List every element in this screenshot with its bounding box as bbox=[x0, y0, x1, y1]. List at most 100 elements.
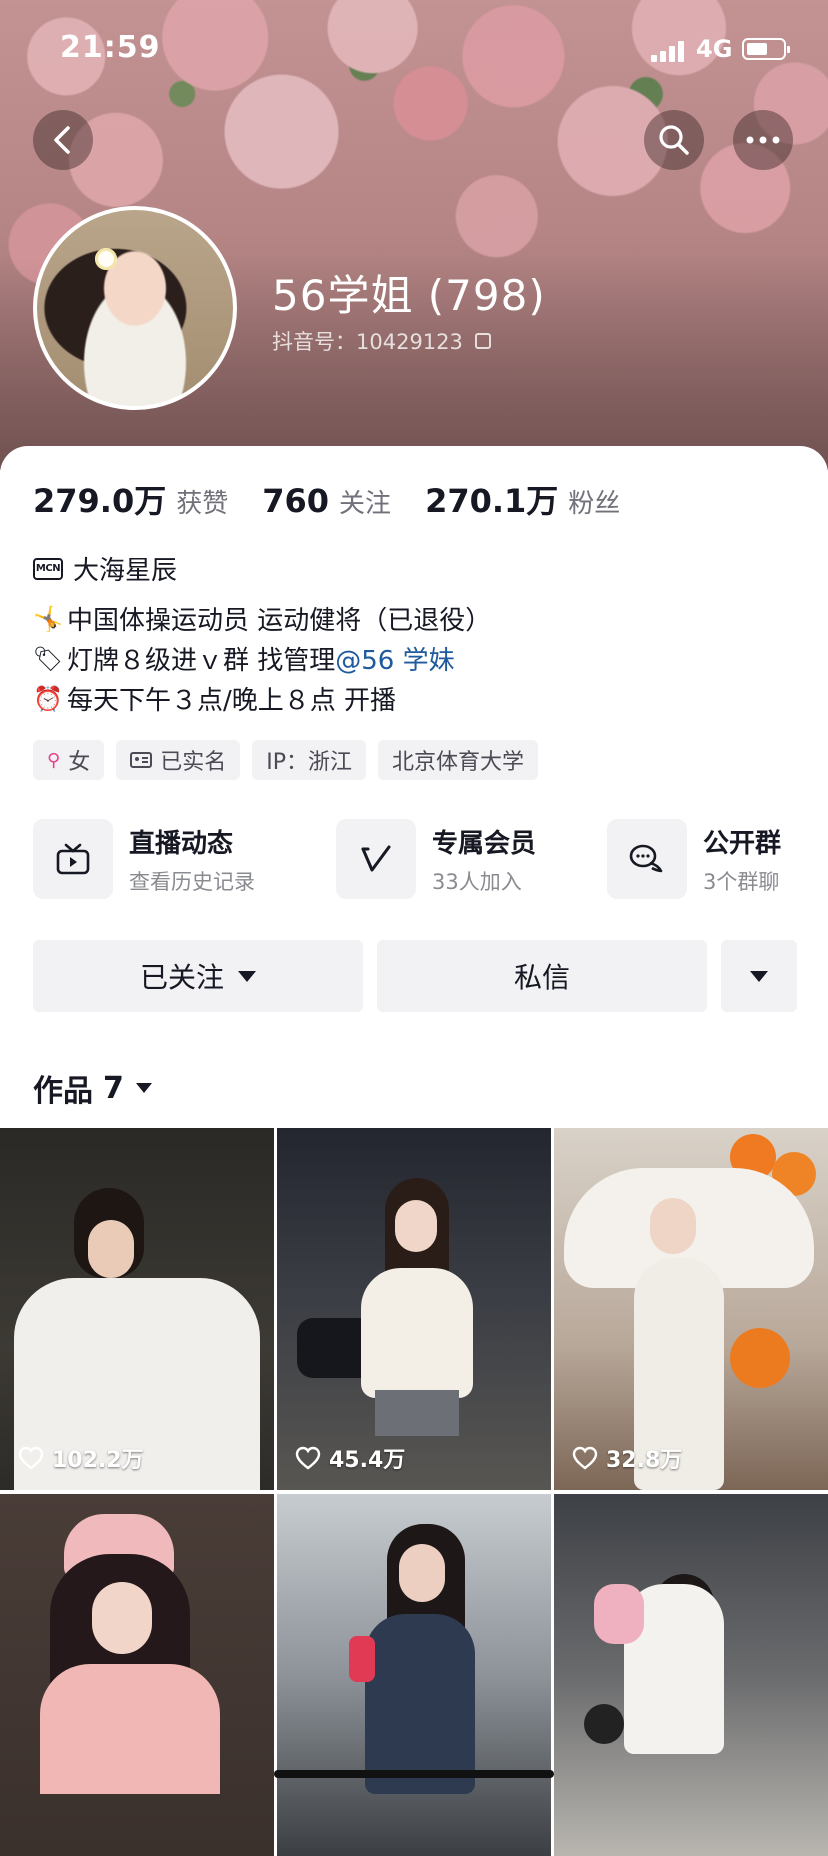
video-thumbnail[interactable]: 32.8万 bbox=[554, 1128, 828, 1490]
video-thumbnail[interactable] bbox=[0, 1494, 274, 1856]
tag-gender-text: 女 bbox=[68, 750, 91, 775]
video-grid: 102.2万 45.4万 32.8万 bbox=[0, 1128, 828, 1856]
following-label[interactable]: 关注 bbox=[339, 483, 391, 520]
bio-text-3: 每天下午３点/晚上８点 开播 bbox=[67, 686, 397, 716]
dumbbell-shape bbox=[584, 1704, 624, 1744]
bio-line-3: ⏰ 每天下午３点/晚上８点 开播 bbox=[33, 680, 396, 717]
home-indicator[interactable] bbox=[274, 1770, 554, 1778]
mcn-row[interactable]: MCN 大海星辰 bbox=[33, 550, 177, 587]
signal-icon bbox=[651, 40, 687, 62]
tag-ip-text: IP：浙江 bbox=[266, 750, 352, 775]
copy-icon[interactable] bbox=[474, 333, 491, 349]
feature-group[interactable]: 公开群 3个群聊 bbox=[607, 818, 781, 900]
more-actions-button[interactable] bbox=[721, 940, 797, 1012]
heart-icon bbox=[18, 1446, 44, 1470]
follow-caret-icon bbox=[238, 970, 256, 982]
feature-live-title: 直播动态 bbox=[129, 828, 234, 859]
person-face bbox=[395, 1200, 437, 1252]
bio-text-2: 灯牌８级进ｖ群 找管理 bbox=[67, 646, 336, 676]
person-jacket bbox=[361, 1268, 473, 1398]
feature-membership-title: 专属会员 bbox=[432, 828, 537, 859]
status-bar: 21:59 4G bbox=[0, 0, 828, 100]
tag-school-text: 北京体育大学 bbox=[391, 750, 524, 775]
tag-verified: 已实名 bbox=[116, 740, 241, 780]
bio-text-1: 中国体操运动员 运动健将（已退役） bbox=[67, 606, 492, 636]
gymnast-emoji-icon: 🤸 bbox=[33, 604, 63, 633]
likes-label[interactable]: 获赞 bbox=[176, 483, 228, 520]
video-likes: 102.2万 bbox=[18, 1442, 144, 1474]
more-dots-icon bbox=[746, 136, 780, 144]
feature-live[interactable]: 直播动态 查看历史记录 bbox=[33, 818, 255, 900]
alarm-clock-emoji-icon: ⏰ bbox=[33, 684, 63, 713]
tag-gender: ⚲ 女 bbox=[33, 740, 105, 780]
person-outfit bbox=[365, 1614, 475, 1794]
tag-ip: IP：浙江 bbox=[252, 740, 366, 780]
video-thumbnail[interactable] bbox=[554, 1494, 828, 1856]
video-likes: 32.8万 bbox=[572, 1442, 682, 1474]
heart-icon bbox=[572, 1446, 598, 1470]
message-button-label: 私信 bbox=[513, 961, 570, 994]
works-label: 作品 bbox=[33, 1074, 93, 1109]
id-card-icon bbox=[130, 752, 153, 768]
feature-group-subtitle: 3个群聊 bbox=[703, 869, 780, 894]
mcn-icon: MCN bbox=[33, 557, 63, 580]
video-thumbnail[interactable]: 102.2万 bbox=[0, 1128, 274, 1490]
mention-link[interactable]: @56 学妹 bbox=[335, 640, 454, 677]
douyin-id-text: 抖音号：10429123 bbox=[272, 330, 463, 354]
feature-live-subtitle: 查看历史记录 bbox=[129, 869, 255, 894]
feature-membership[interactable]: 专属会员 33人加入 bbox=[336, 818, 536, 900]
likes-count[interactable]: 279.0万 bbox=[33, 476, 166, 522]
feature-membership-subtitle: 33人加入 bbox=[432, 869, 522, 894]
heart-icon bbox=[295, 1446, 321, 1470]
profile-tags: ⚲ 女 已实名 IP：浙江 北京体育大学 bbox=[33, 740, 538, 780]
person-face bbox=[650, 1198, 696, 1254]
back-arrow-icon bbox=[54, 126, 70, 154]
douyin-id[interactable]: 抖音号：10429123 bbox=[272, 326, 491, 356]
back-button[interactable] bbox=[33, 110, 93, 170]
person-top bbox=[40, 1664, 220, 1794]
search-icon bbox=[659, 125, 689, 155]
feature-group-title: 公开群 bbox=[703, 828, 782, 859]
label-tag-emoji-icon: 🏷 bbox=[32, 644, 64, 673]
video-likes-count: 102.2万 bbox=[52, 1448, 144, 1473]
message-button[interactable]: 私信 bbox=[377, 940, 707, 1012]
works-tab[interactable]: 作品 7 bbox=[33, 1066, 152, 1110]
follow-button[interactable]: 已关注 bbox=[33, 940, 363, 1012]
works-count: 7 bbox=[103, 1070, 124, 1106]
follow-button-label: 已关注 bbox=[139, 961, 224, 994]
status-time: 21:59 bbox=[60, 30, 161, 65]
bio-line-1: 🤸 中国体操运动员 运动健将（已退役） bbox=[33, 600, 491, 637]
battery-icon bbox=[742, 38, 790, 60]
video-likes: 45.4万 bbox=[295, 1442, 405, 1474]
bio-line-2: 🏷 灯牌８级进ｖ群 找管理 @56 学妹 bbox=[33, 640, 455, 677]
mcn-name: 大海星辰 bbox=[73, 556, 178, 586]
followers-label[interactable]: 粉丝 bbox=[568, 483, 620, 520]
stats-row: 279.0万 获赞 760 关注 270.1万 粉丝 bbox=[33, 476, 654, 522]
dropdown-caret-icon bbox=[750, 970, 768, 982]
video-thumbnail[interactable] bbox=[277, 1494, 551, 1856]
person-face bbox=[92, 1582, 152, 1654]
feature-row: 直播动态 查看历史记录 专属会员 33人加入 公开群 3个群聊 bbox=[33, 818, 793, 900]
person-skirt bbox=[375, 1390, 459, 1436]
followers-count[interactable]: 270.1万 bbox=[425, 476, 558, 522]
flower-hairpin-icon bbox=[95, 248, 117, 270]
person-shorts bbox=[594, 1584, 644, 1644]
video-likes-count: 32.8万 bbox=[606, 1448, 683, 1473]
search-button[interactable] bbox=[644, 110, 704, 170]
video-likes-count: 45.4万 bbox=[329, 1448, 406, 1473]
pumpkin-shape bbox=[730, 1328, 790, 1388]
more-button[interactable] bbox=[733, 110, 793, 170]
network-label: 4G bbox=[696, 35, 733, 63]
dumbbell-shape bbox=[349, 1636, 375, 1682]
avatar[interactable] bbox=[33, 206, 237, 410]
vip-v-icon bbox=[336, 819, 416, 899]
profile-name: 56学姐 (798) bbox=[272, 271, 546, 320]
works-caret-icon bbox=[135, 1083, 152, 1093]
tag-school[interactable]: 北京体育大学 bbox=[377, 740, 538, 780]
person-face bbox=[88, 1220, 134, 1278]
tag-verified-text: 已实名 bbox=[160, 750, 227, 775]
live-tv-icon bbox=[33, 819, 113, 899]
video-thumbnail[interactable]: 45.4万 bbox=[277, 1128, 551, 1490]
following-count[interactable]: 760 bbox=[262, 482, 329, 520]
person-face bbox=[399, 1544, 445, 1602]
